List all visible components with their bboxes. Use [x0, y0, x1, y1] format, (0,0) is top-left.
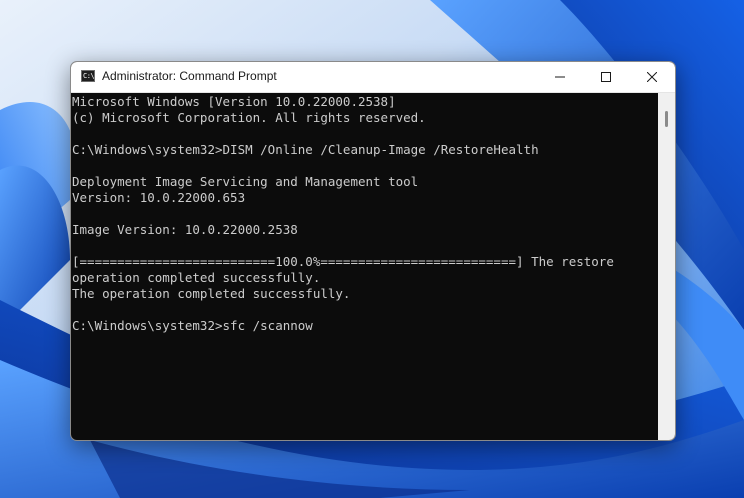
maximize-icon	[601, 72, 611, 82]
scrollbar-thumb[interactable]	[665, 111, 668, 127]
console-line: The operation completed successfully.	[72, 286, 351, 301]
title-bar[interactable]: C:\ Administrator: Command Prompt	[71, 62, 675, 93]
console-line: [==========================100.0%=======…	[72, 254, 614, 269]
console-line: operation completed successfully.	[72, 270, 321, 285]
console-line: C:\Windows\system32>DISM /Online /Cleanu…	[72, 142, 539, 157]
minimize-icon	[555, 76, 565, 78]
minimize-button[interactable]	[537, 62, 583, 92]
vertical-scrollbar[interactable]	[658, 93, 675, 440]
console-line: Version: 10.0.22000.653	[72, 190, 246, 205]
cmd-icon: C:\	[81, 70, 95, 82]
console-prompt-line: C:\Windows\system32>sfc /scannow	[72, 318, 313, 333]
console-output[interactable]: Microsoft Windows [Version 10.0.22000.25…	[71, 93, 657, 440]
console-line: Image Version: 10.0.22000.2538	[72, 222, 298, 237]
close-icon	[647, 72, 657, 82]
console-line: (c) Microsoft Corporation. All rights re…	[72, 110, 426, 125]
command-prompt-window[interactable]: C:\ Administrator: Command Prompt Micros…	[70, 61, 676, 441]
maximize-button[interactable]	[583, 62, 629, 92]
close-button[interactable]	[629, 62, 675, 92]
window-title: Administrator: Command Prompt	[102, 69, 277, 83]
console-line: Microsoft Windows [Version 10.0.22000.25…	[72, 94, 396, 109]
console-line: Deployment Image Servicing and Managemen…	[72, 174, 419, 189]
